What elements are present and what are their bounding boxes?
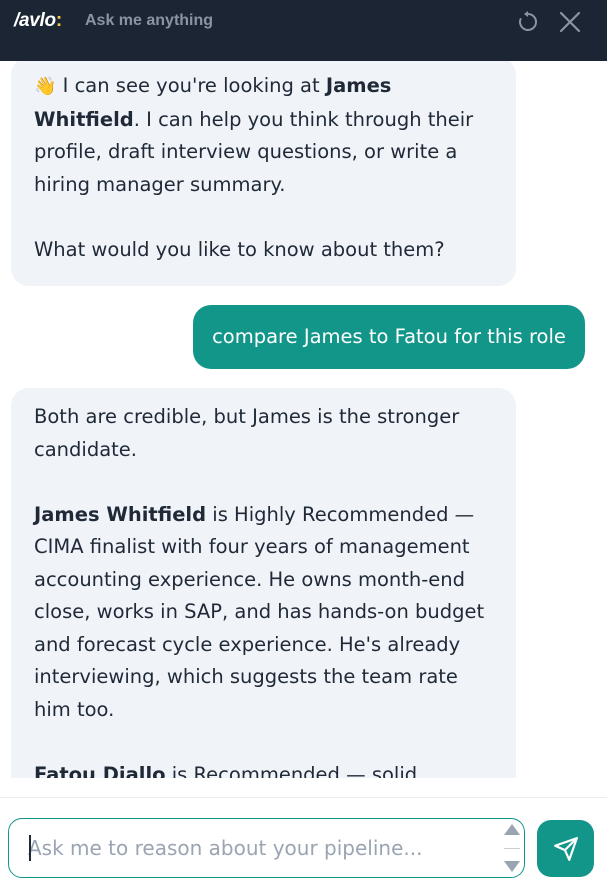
chat-header: /avlo: Ask me anything [0, 0, 607, 61]
send-button[interactable] [537, 820, 594, 877]
header-title: Ask me anything [85, 12, 214, 29]
avlo-logo: /avlo: [14, 10, 62, 31]
stepper-separator [504, 847, 520, 849]
scroll-stepper[interactable] [503, 824, 521, 872]
message-paragraph: What would you like to know about them? [34, 237, 445, 261]
close-button[interactable] [556, 8, 584, 36]
reset-button[interactable] [514, 8, 542, 36]
candidate-name: Fatou Diallo [34, 762, 166, 779]
text-cursor [29, 835, 31, 861]
message-paragraph: Both are credible, but James is the stro… [34, 405, 460, 461]
assistant-message: 👋 I can see you're looking at James Whit… [11, 61, 516, 286]
chat-input[interactable] [28, 833, 488, 865]
user-message: compare James to Fatou for this role [193, 305, 585, 369]
candidate-name: James Whitfield [34, 502, 207, 526]
message-paragraph: Fatou Diallo is Recommended — solid [34, 759, 498, 779]
composer-divider [0, 797, 607, 798]
message-paragraph: 👋 I can see you're looking at James Whit… [34, 74, 474, 196]
assistant-message: Both are credible, but James is the stro… [11, 388, 516, 778]
close-icon [559, 11, 581, 33]
waving-hand-icon: 👋 [34, 76, 57, 97]
reset-icon [519, 11, 537, 31]
chevron-down-icon[interactable] [504, 861, 520, 872]
chevron-up-icon[interactable] [504, 824, 520, 835]
composer [8, 818, 525, 878]
send-icon [553, 836, 578, 861]
message-paragraph: James Whitfield is Highly Recommended — … [34, 502, 485, 721]
message-list[interactable]: 👋 I can see you're looking at James Whit… [0, 61, 607, 778]
